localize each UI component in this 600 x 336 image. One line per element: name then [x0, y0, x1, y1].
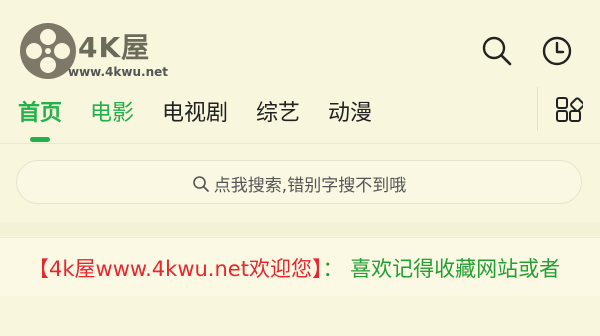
- tab-home[interactable]: 首页: [18, 95, 62, 127]
- site-brand[interactable]: 4K屋: [78, 26, 150, 66]
- section-gap: [0, 222, 600, 236]
- search-input[interactable]: 点我搜索,错别字搜不到哦: [16, 160, 582, 204]
- clock-icon[interactable]: [540, 34, 574, 68]
- notice-welcome-text: 【4k屋www.4kwu.net欢迎您】: [28, 257, 323, 281]
- tab-movies[interactable]: 电影: [90, 95, 134, 127]
- search-placeholder: 点我搜索,错别字搜不到哦: [213, 176, 407, 196]
- tab-variety[interactable]: 综艺: [256, 95, 300, 127]
- notice-marquee: 【4k屋www.4kwu.net欢迎您】： 喜欢记得收藏网站或者: [0, 237, 600, 297]
- category-nav: 首页 电影 电视剧 综艺 动漫: [0, 90, 600, 140]
- tab-anime[interactable]: 动漫: [328, 95, 372, 127]
- header: 4K屋 www.4kwu.net: [0, 0, 600, 90]
- search-icon: [192, 176, 209, 192]
- grid-icon[interactable]: [555, 96, 585, 124]
- content-area: [0, 296, 600, 336]
- nav-divider: [537, 87, 538, 131]
- tab-tv-series[interactable]: 电视剧: [162, 95, 228, 127]
- site-url: www.4kwu.net: [68, 65, 168, 79]
- search-icon[interactable]: [480, 34, 514, 68]
- active-tab-indicator: [30, 137, 50, 142]
- notice-message-text: ： 喜欢记得收藏网站或者: [322, 257, 561, 281]
- header-divider: [0, 143, 600, 144]
